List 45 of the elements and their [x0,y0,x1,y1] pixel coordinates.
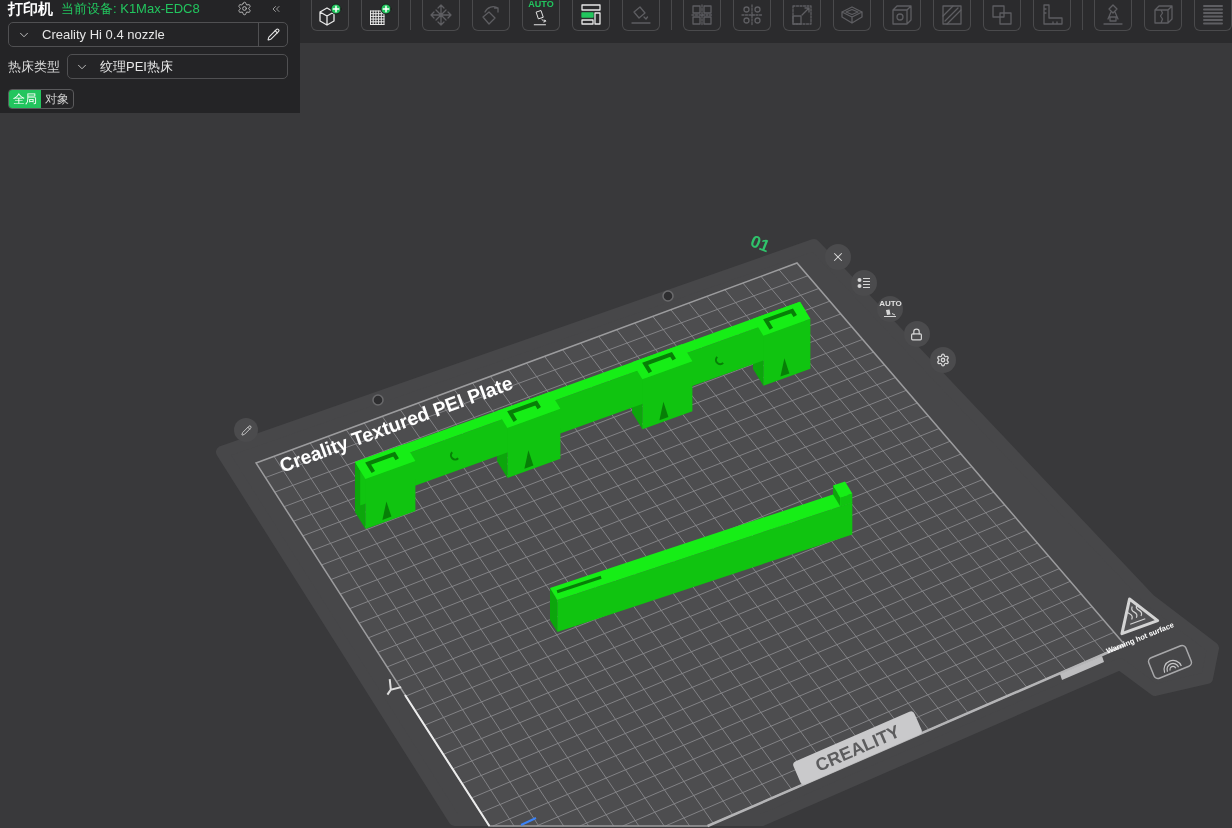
cube-plus-icon [318,3,342,27]
overlapping-squares-icon [990,3,1014,27]
x-axis-line [520,817,537,826]
nozzle-value: Creality Hi 0.4 nozzle [42,25,166,44]
pencil-icon [240,424,252,436]
bed-type-label: 热床类型 [8,57,61,76]
bed-type-value: 纹理PEI热床 [100,57,173,76]
settings-icon [935,353,950,368]
ruler-icon [1040,3,1064,27]
plate-settings-button[interactable] [929,347,956,374]
bed-type-dropdown[interactable]: 纹理PEI热床 [67,54,288,79]
fingerprint-icon [1146,643,1194,681]
scope-tab[interactable]: 对象 [41,90,73,108]
toolbar-button[interactable] [311,0,349,31]
grid-plus-icon [368,3,392,27]
list-icon [857,276,872,289]
plate-auto-button[interactable]: AUTO [877,295,904,322]
toolbar-button[interactable] [572,0,610,31]
scale-box-icon [790,3,814,27]
current-device-label: 当前设备: K1Max-EDC8 [61,2,200,15]
edit-plate-button[interactable] [234,418,258,442]
toolbar-button[interactable] [361,0,399,31]
move-arrows-icon [429,3,453,27]
settings-icon [237,1,252,16]
cracked-cube-icon [1151,3,1175,27]
close-icon [831,250,845,264]
striped-square-icon [940,3,964,27]
plate-list-button[interactable] [851,269,878,296]
plate-number: 01 [747,231,773,257]
axis-marker-icon [386,678,403,696]
stacked-lines-icon [1201,3,1225,27]
gears-grid-icon [740,3,764,27]
lock-icon [910,327,924,341]
nozzle-dropdown[interactable]: Creality Hi 0.4 nozzle [8,22,288,47]
tilted-card-icon [883,309,898,318]
panel-title: 打印机 [8,1,53,16]
plate-close-button[interactable] [825,244,851,270]
split-squares-icon [690,3,714,27]
cube-circle-icon [890,3,914,27]
support-icon [1101,3,1125,27]
toolbar-button[interactable]: AUTO [522,0,560,31]
layout-blocks-icon [579,3,603,27]
settings-button[interactable] [237,1,252,16]
plate-lock-button[interactable] [903,321,930,348]
pencil-icon [266,28,280,41]
